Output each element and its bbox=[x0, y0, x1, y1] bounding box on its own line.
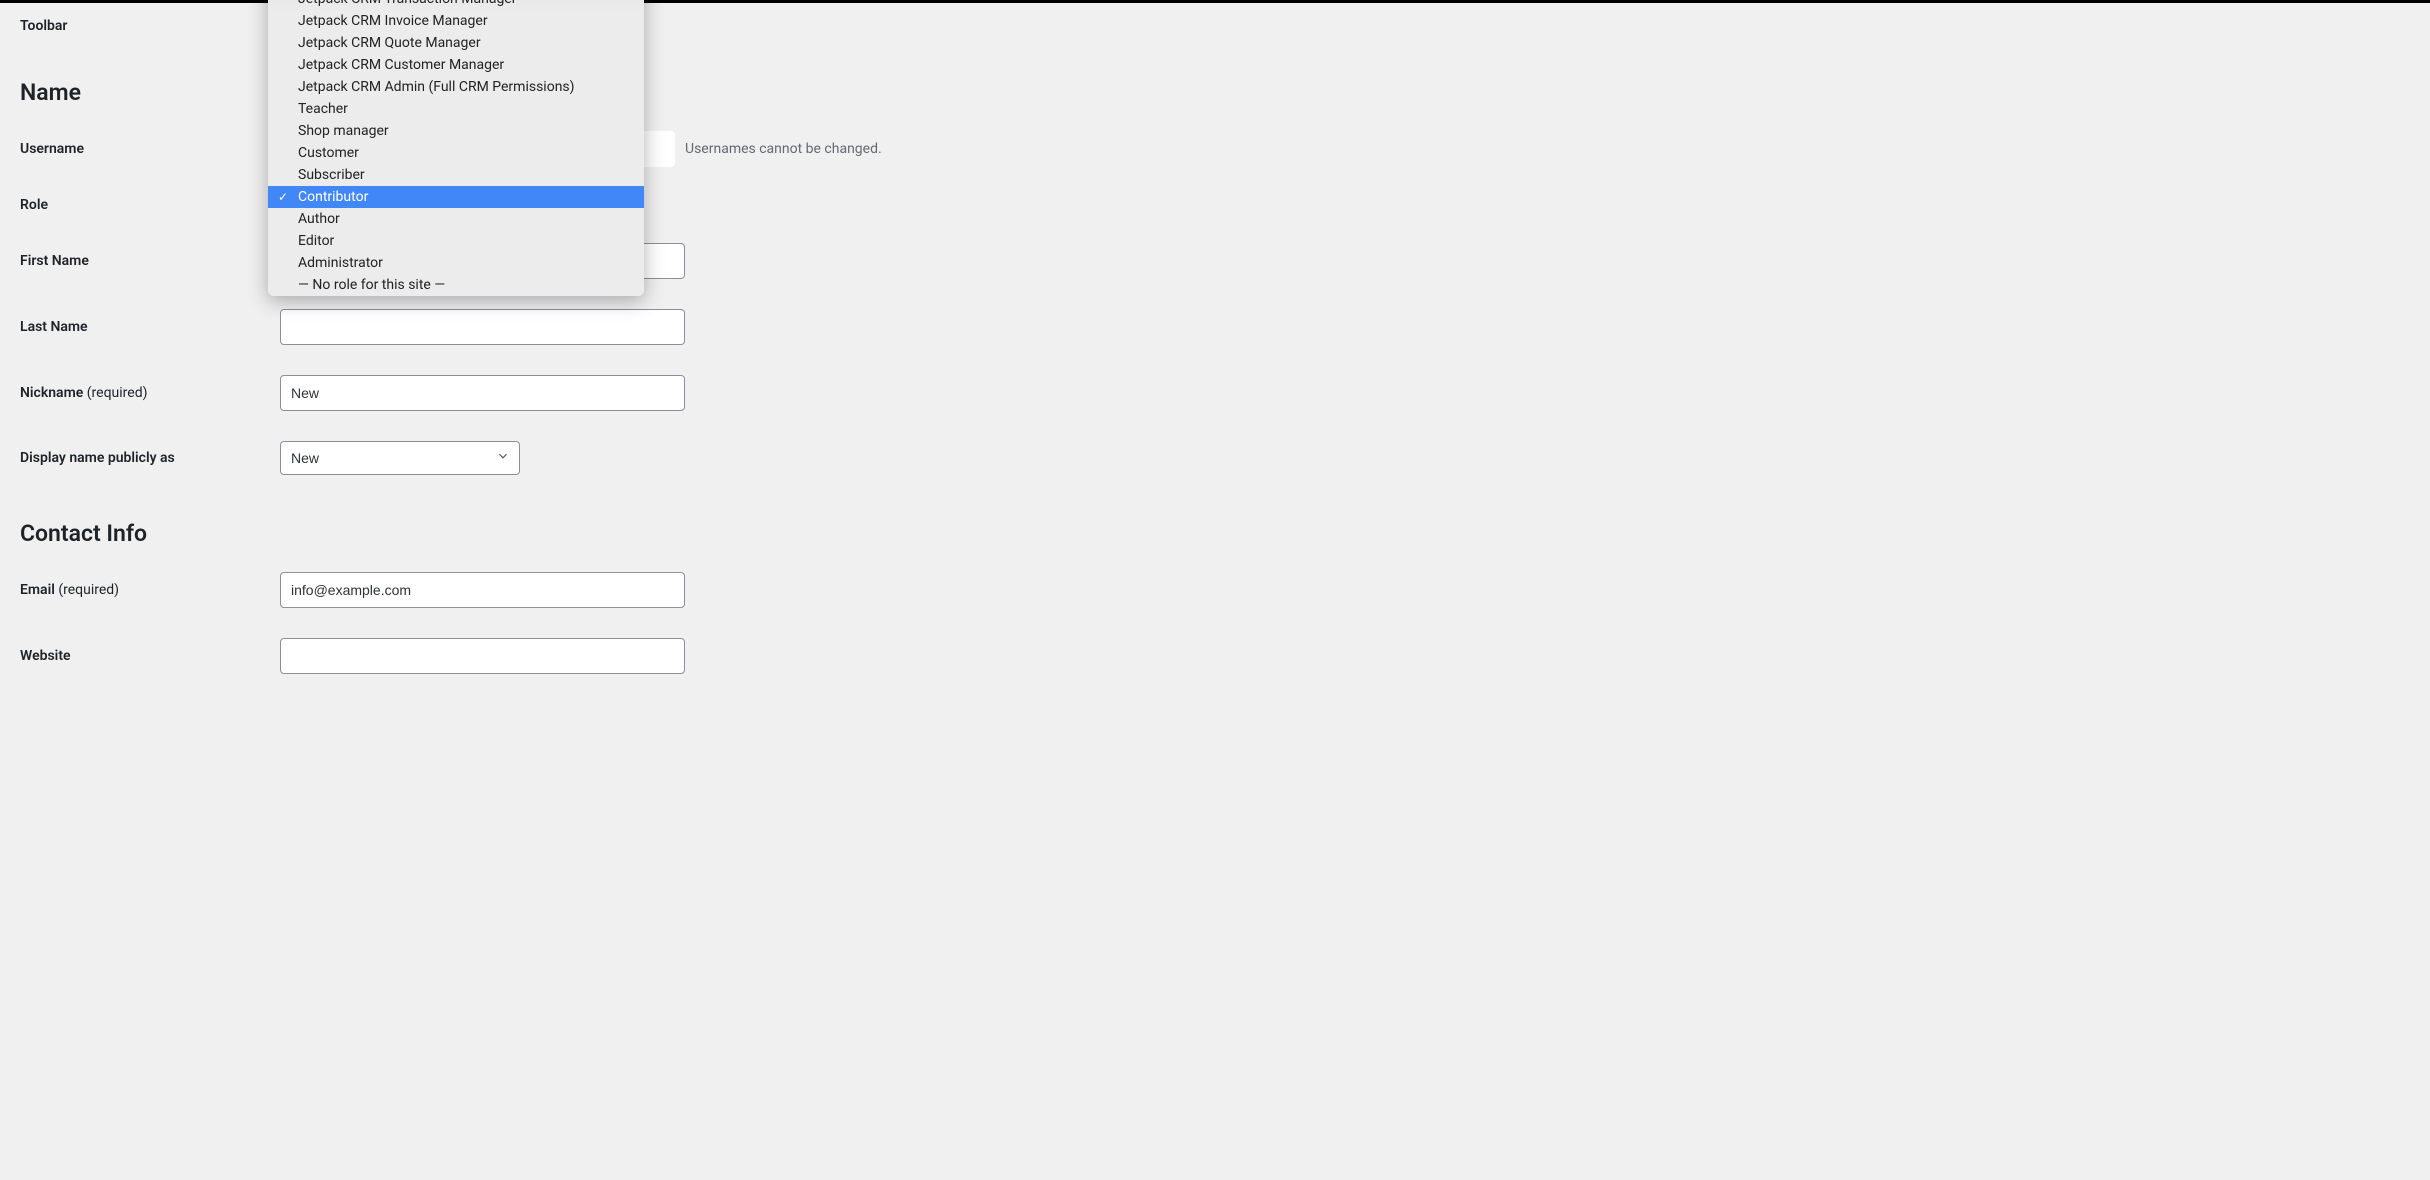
role-option[interactable]: Jetpack CRM Quote Manager bbox=[268, 32, 644, 54]
username-helper: Usernames cannot be changed. bbox=[685, 141, 882, 157]
role-option[interactable]: Jetpack CRM Transaction Manager bbox=[268, 0, 644, 10]
role-option[interactable]: Jetpack CRM Customer Manager bbox=[268, 54, 644, 76]
username-label: Username bbox=[20, 141, 280, 157]
nickname-label: Nickname (required) bbox=[20, 385, 280, 401]
email-required: (required) bbox=[58, 582, 119, 598]
email-input[interactable] bbox=[280, 572, 685, 608]
role-dropdown-menu[interactable]: Jetpack CRM CustomerJetpack CRM Transact… bbox=[268, 0, 644, 296]
nickname-required: (required) bbox=[87, 385, 148, 401]
contact-info-heading: Contact Info bbox=[20, 490, 2410, 557]
last-name-input[interactable] bbox=[280, 309, 685, 345]
display-name-label: Display name publicly as bbox=[20, 450, 280, 466]
nickname-label-text: Nickname bbox=[20, 385, 83, 401]
toolbar-label: Toolbar bbox=[20, 18, 280, 34]
role-label: Role bbox=[20, 197, 280, 213]
role-option[interactable]: Teacher bbox=[268, 98, 644, 120]
role-option[interactable]: Jetpack CRM Invoice Manager bbox=[268, 10, 644, 32]
role-option[interactable]: Customer bbox=[268, 142, 644, 164]
role-option[interactable]: Contributor bbox=[268, 186, 644, 208]
last-name-label: Last Name bbox=[20, 319, 280, 335]
display-name-select[interactable]: New bbox=[280, 441, 520, 475]
role-option[interactable]: Jetpack CRM Admin (Full CRM Permissions) bbox=[268, 76, 644, 98]
website-label: Website bbox=[20, 648, 280, 664]
first-name-label: First Name bbox=[20, 253, 280, 269]
role-option[interactable]: Shop manager bbox=[268, 120, 644, 142]
email-label-text: Email bbox=[20, 582, 55, 598]
email-label: Email (required) bbox=[20, 582, 280, 598]
nickname-input[interactable] bbox=[280, 375, 685, 411]
website-input[interactable] bbox=[280, 638, 685, 674]
role-option[interactable]: Author bbox=[268, 208, 644, 230]
role-option[interactable]: Administrator bbox=[268, 252, 644, 274]
role-option[interactable]: — No role for this site — bbox=[268, 274, 644, 296]
role-option[interactable]: Editor bbox=[268, 230, 644, 252]
role-option[interactable]: Subscriber bbox=[268, 164, 644, 186]
